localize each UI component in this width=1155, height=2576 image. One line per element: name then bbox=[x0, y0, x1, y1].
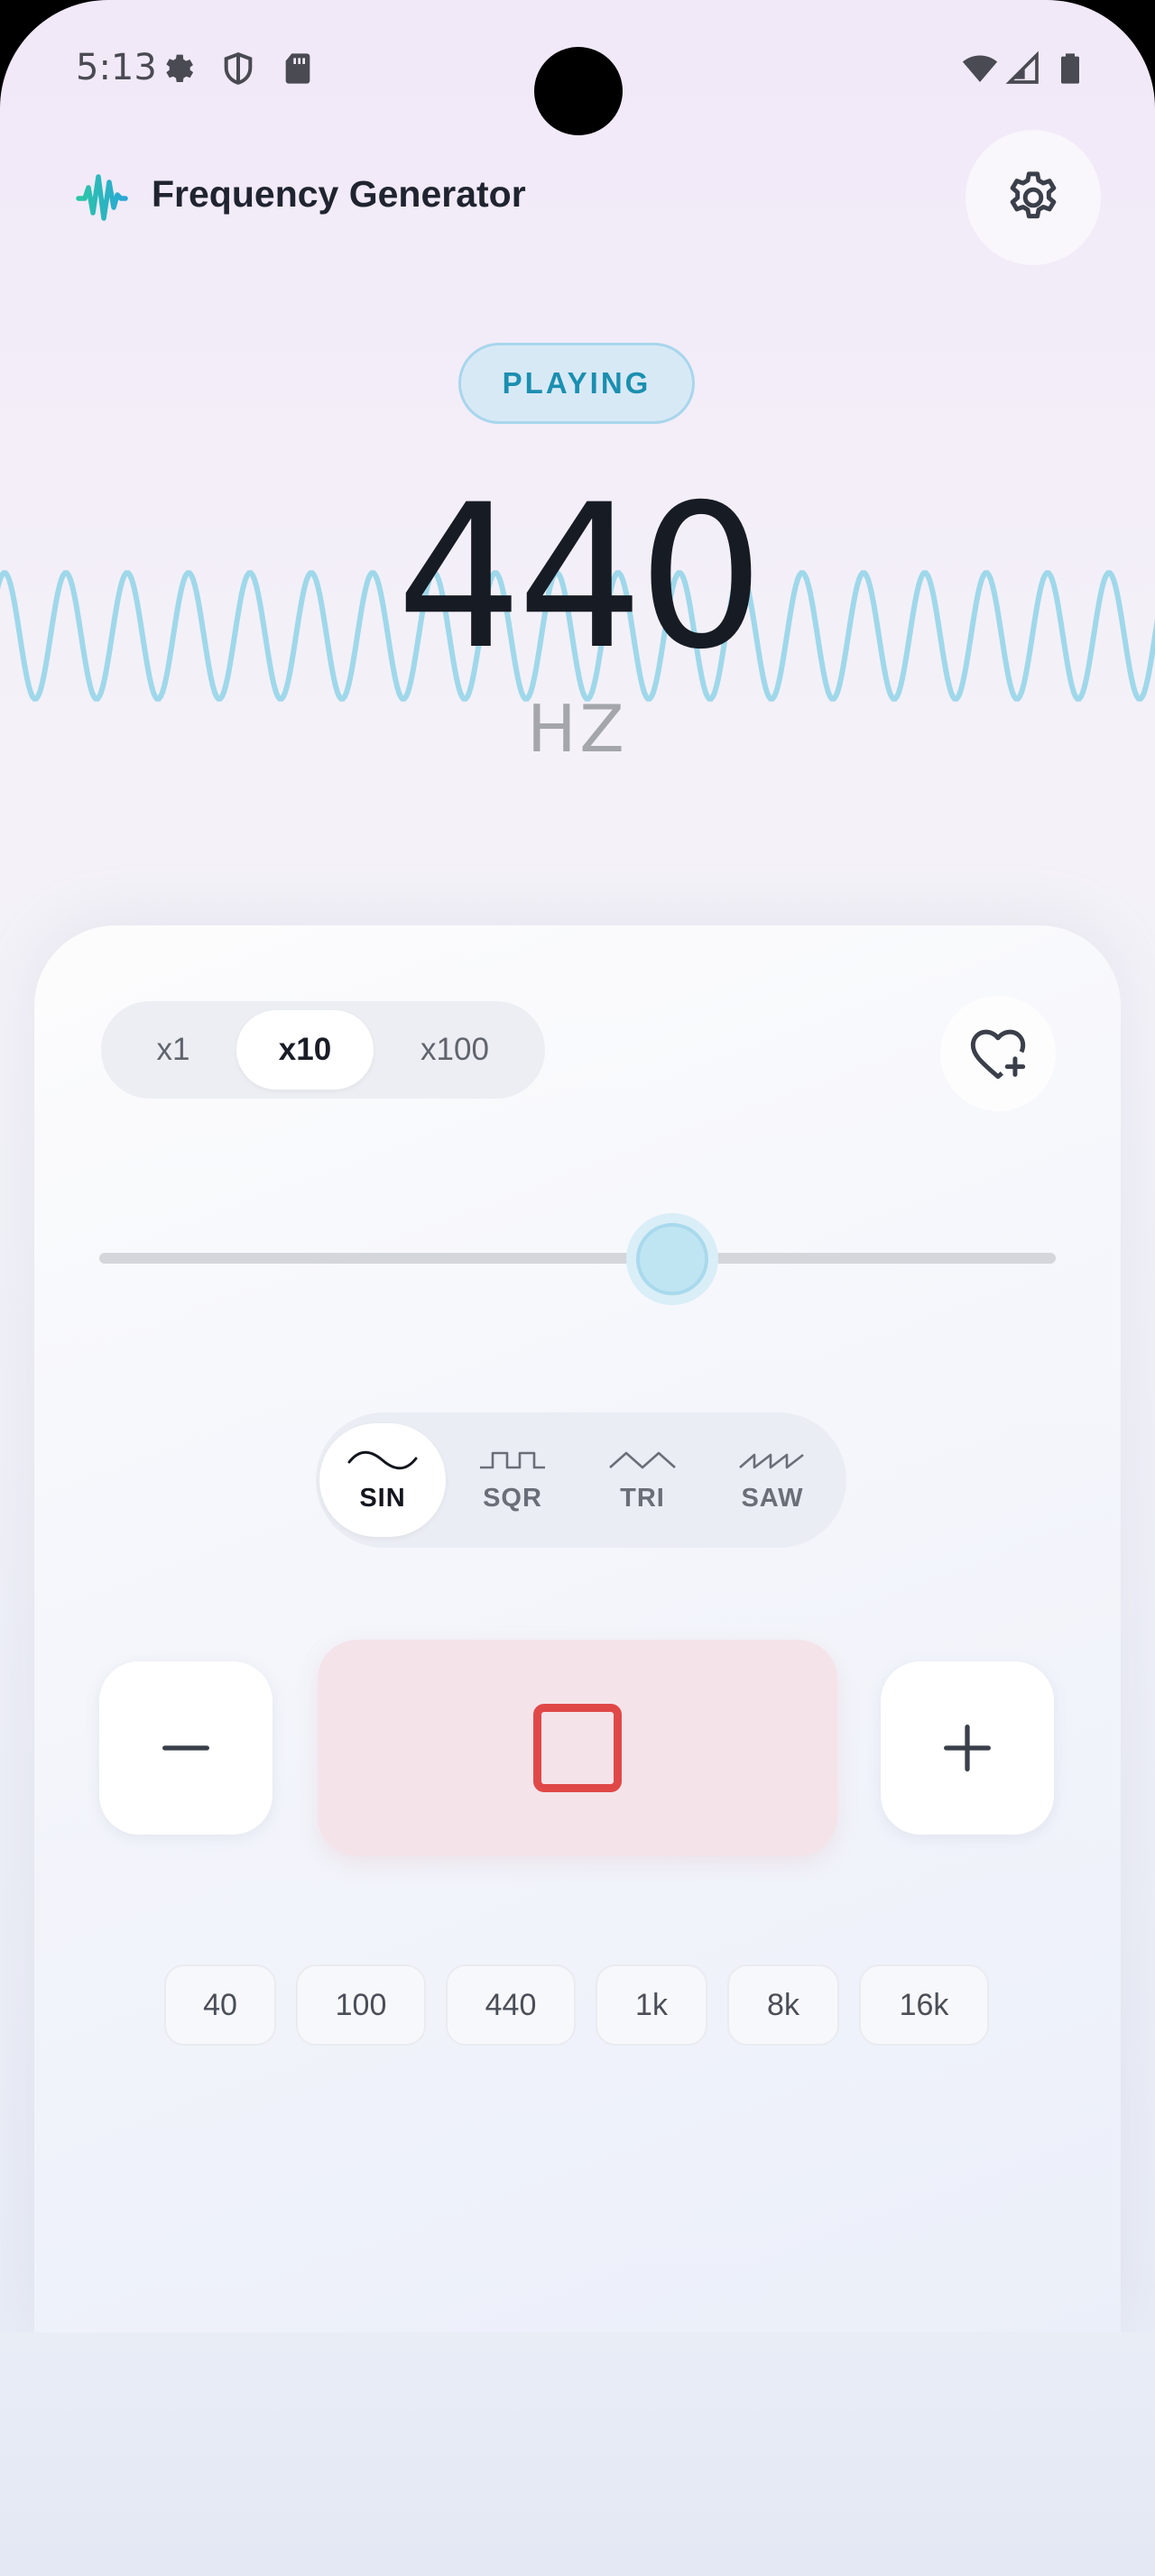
status-bar: 5:13 bbox=[0, 0, 1155, 135]
wifi-icon bbox=[962, 55, 998, 82]
waveform-sqr-label: SQR bbox=[483, 1483, 542, 1513]
app-screen: 5:13 Frequency Generator PLAYING 440 HZ … bbox=[0, 0, 1155, 2576]
frequency-slider-thumb[interactable] bbox=[636, 1223, 708, 1295]
waveform-sin-label: SIN bbox=[359, 1483, 406, 1513]
multiplier-x10-button[interactable]: x10 bbox=[236, 1010, 374, 1090]
waveform-tri-label: TRI bbox=[620, 1483, 665, 1513]
frequency-slider-track[interactable] bbox=[99, 1253, 1056, 1264]
frequency-value: 440 bbox=[396, 462, 764, 693]
control-card bbox=[34, 925, 1121, 2332]
preset-8k-button[interactable]: 8k bbox=[727, 1964, 839, 2046]
front-camera bbox=[534, 47, 623, 135]
stop-button[interactable] bbox=[318, 1640, 837, 1856]
preset-440-button[interactable]: 440 bbox=[446, 1964, 576, 2046]
battery-icon bbox=[1061, 53, 1079, 84]
waveform-icon bbox=[76, 174, 128, 221]
stop-icon bbox=[533, 1704, 622, 1792]
preset-100-button[interactable]: 100 bbox=[296, 1964, 426, 2046]
multiplier-x100-button[interactable]: x100 bbox=[381, 1010, 529, 1090]
add-favorite-button[interactable] bbox=[940, 996, 1056, 1111]
gear-icon bbox=[1010, 171, 1057, 219]
sd-card-icon bbox=[285, 53, 310, 84]
minus-icon bbox=[162, 1745, 209, 1751]
waveform-tri-button[interactable]: TRI bbox=[579, 1423, 706, 1537]
sawtooth-wave-icon bbox=[739, 1453, 804, 1468]
settings-button[interactable] bbox=[966, 130, 1101, 265]
app-title: Frequency Generator bbox=[152, 173, 526, 215]
plus-icon bbox=[944, 1725, 991, 1771]
waveform-sqr-button[interactable]: SQR bbox=[449, 1423, 576, 1537]
increase-frequency-button[interactable] bbox=[881, 1661, 1054, 1835]
playing-status-badge: PLAYING bbox=[458, 343, 695, 424]
multiplier-x1-button[interactable]: x1 bbox=[117, 1010, 229, 1090]
status-time: 5:13 bbox=[76, 47, 157, 88]
preset-16k-button[interactable]: 16k bbox=[859, 1964, 989, 2046]
heart-plus-icon bbox=[970, 1029, 1026, 1080]
frequency-unit: HZ bbox=[527, 691, 628, 767]
triangle-wave-icon bbox=[609, 1451, 676, 1468]
preset-1k-button[interactable]: 1k bbox=[596, 1964, 707, 2046]
preset-40-button[interactable]: 40 bbox=[164, 1964, 276, 2046]
sine-wave-icon bbox=[347, 1450, 418, 1469]
gear-icon bbox=[166, 54, 194, 83]
shield-icon bbox=[224, 52, 253, 85]
waveform-saw-button[interactable]: SAW bbox=[709, 1423, 836, 1537]
signal-icon bbox=[1005, 51, 1039, 84]
square-wave-icon bbox=[480, 1451, 545, 1468]
navigation-bar-area bbox=[0, 2332, 1155, 2576]
decrease-frequency-button[interactable] bbox=[99, 1661, 273, 1835]
waveform-saw-label: SAW bbox=[741, 1483, 804, 1513]
waveform-sin-button[interactable]: SIN bbox=[319, 1423, 446, 1537]
